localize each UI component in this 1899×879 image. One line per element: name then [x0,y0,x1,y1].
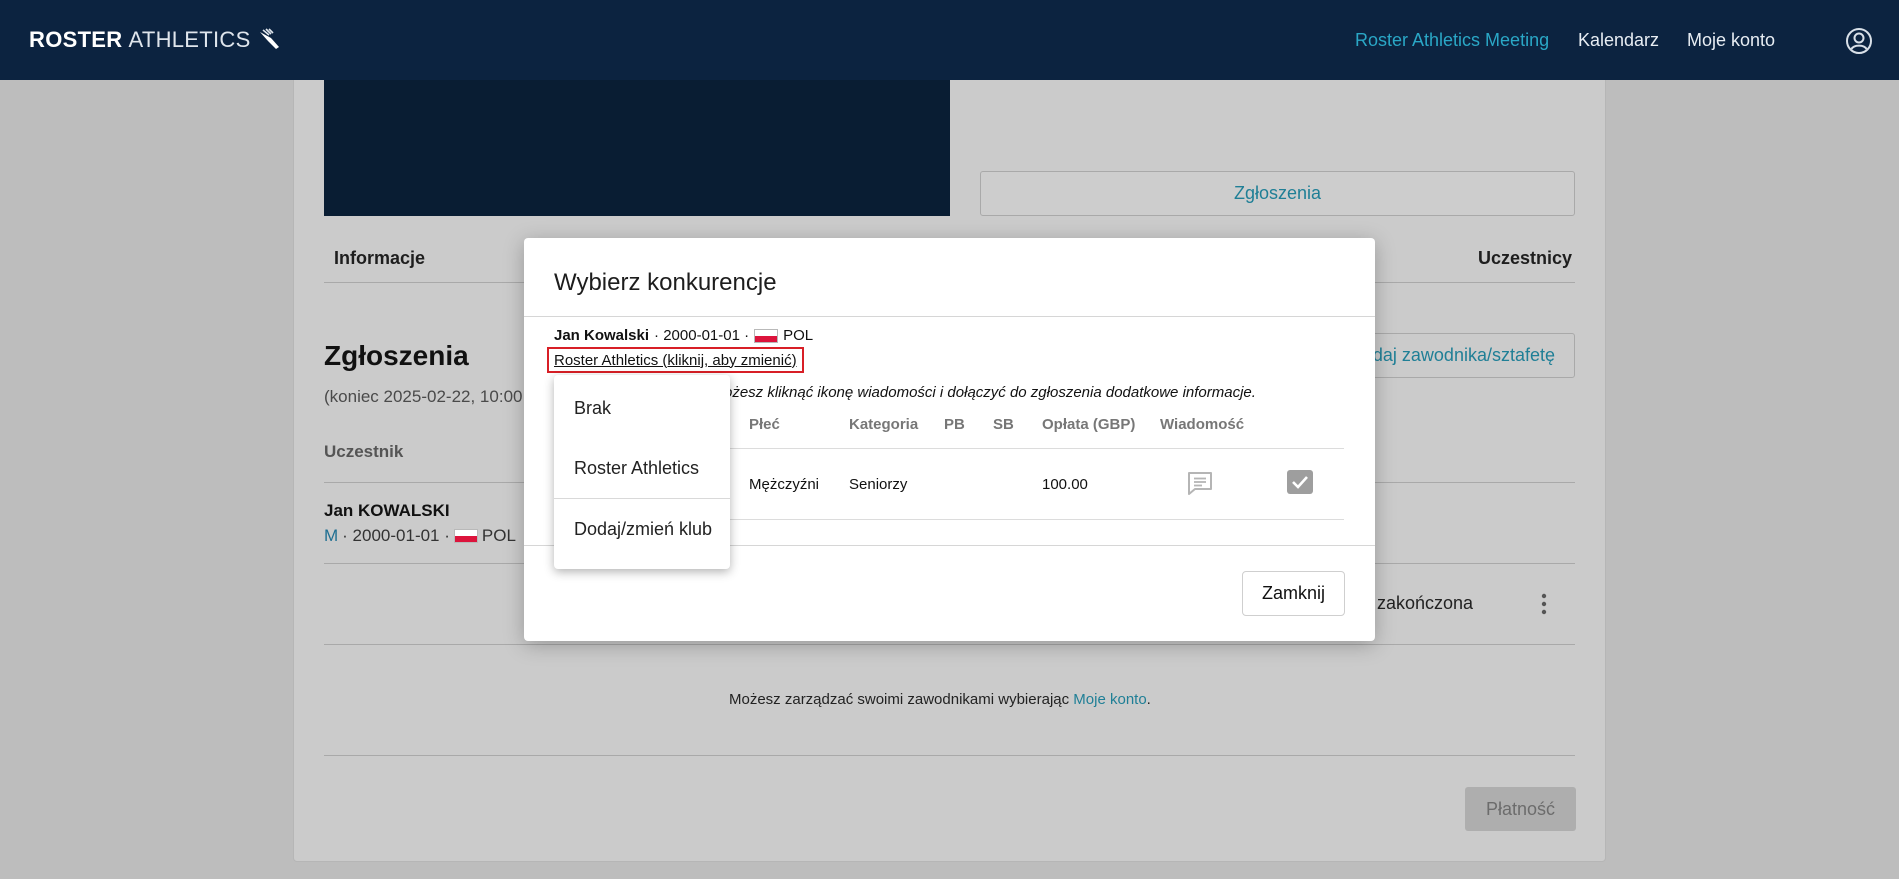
event-select-checkbox[interactable] [1287,470,1313,494]
close-button[interactable]: Zamknij [1242,571,1345,616]
message-hint: ożesz kliknąć ikonę wiadomości i dołączy… [724,384,1256,401]
column-sex: Płeć [749,416,780,433]
user-account-icon[interactable] [1845,27,1873,55]
dropdown-divider [554,498,730,499]
modal-athlete-country: POL [783,327,814,344]
logo-bold: ROSTER [29,27,123,52]
top-bar: ROSTER ATHLETICS Roster Athletics Meetin… [0,0,1899,80]
winged-shoe-icon [259,28,279,49]
nav-moje-konto[interactable]: Moje konto [1687,30,1775,51]
column-pb: PB [944,416,965,433]
message-icon[interactable] [1186,470,1214,496]
modal-divider [524,316,1375,317]
event-sex: Mężczyźni [749,476,820,493]
nav-roster-athletics-meeting[interactable]: Roster Athletics Meeting [1355,30,1549,51]
event-fee: 100.00 [1042,476,1088,493]
column-message: Wiadomość [1160,416,1245,433]
modal-athlete-dob: · 2000-01-01 · [654,327,750,344]
modal-athlete-name: Jan Kowalski [554,327,650,344]
poland-flag-icon [754,328,779,343]
event-category: Seniorzy [849,476,908,493]
column-sb: SB [993,416,1014,433]
dropdown-item-none[interactable]: Brak [574,398,611,419]
modal-athlete-details: Jan Kowalski · 2000-01-01 · POL [554,327,813,344]
column-category: Kategoria [849,416,919,433]
dropdown-item-add-change-club[interactable]: Dodaj/zmień klub [574,519,712,540]
logo-thin: ATHLETICS [128,27,251,52]
club-dropdown: Brak Roster Athletics Dodaj/zmień klub [554,375,730,569]
logo[interactable]: ROSTER ATHLETICS [29,27,283,53]
modal-title: Wybierz konkurencje [554,269,777,296]
checkmark-icon [1292,476,1308,489]
nav-kalendarz[interactable]: Kalendarz [1578,30,1659,51]
club-change-link[interactable]: Roster Athletics (kliknij, aby zmienić) [547,347,804,373]
dropdown-item-roster-athletics[interactable]: Roster Athletics [574,458,699,479]
column-fee: Opłata (GBP) [1042,416,1136,433]
